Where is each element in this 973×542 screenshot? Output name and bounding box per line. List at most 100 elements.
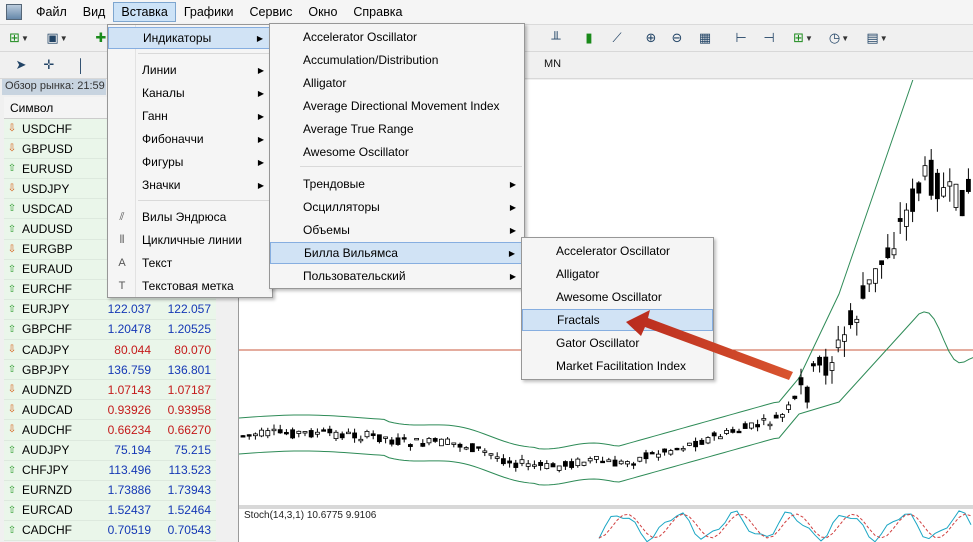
arrow-up-icon: ⇧: [7, 484, 17, 496]
table-row[interactable]: ⇧ CHFJPY 113.496 113.523: [4, 460, 216, 481]
tile-windows-icon[interactable]: ▦: [694, 27, 716, 49]
insert-menu-item[interactable]: Каналы ▶: [108, 82, 272, 104]
candle-body: [432, 438, 438, 442]
insert-menu-item[interactable]: Индикаторы ▶: [108, 27, 272, 49]
symbol-name: AUDUSD: [22, 222, 73, 237]
symbol-name: CADJPY: [22, 342, 70, 357]
candle-body: [668, 450, 674, 455]
menu-help[interactable]: Справка: [345, 2, 410, 22]
indicator-menu-item[interactable]: Билла Вильямса ▶: [270, 242, 524, 264]
table-row[interactable]: ⇧ EURJPY 122.037 122.057: [4, 299, 216, 320]
symbol-cell: ⇧ EURNZD: [4, 483, 94, 497]
insert-menu-item[interactable]: Линии ▶: [108, 59, 272, 81]
arrow-up-icon: ⇧: [7, 223, 17, 235]
zoom-out-icon[interactable]: ⊖: [666, 27, 688, 49]
symbol-name: GBPUSD: [22, 141, 73, 156]
table-row[interactable]: ⇩ AUDNZD 1.07143 1.07187: [4, 380, 216, 401]
indicator-menu-item[interactable]: Awesome Oscillator: [270, 141, 524, 163]
insert-menu-item[interactable]: ⦀ Цикличные линии: [108, 229, 272, 251]
menu-item-label: Alligator: [303, 76, 347, 90]
williams-menu-item[interactable]: Awesome Oscillator: [522, 286, 713, 308]
chart-shift-icon[interactable]: ⊣: [758, 27, 780, 49]
menu-service[interactable]: Сервис: [242, 2, 301, 22]
candle-body: [500, 458, 506, 465]
symbol-name: GBPJPY: [22, 362, 70, 377]
symbol-name: EURUSD: [22, 161, 73, 176]
candle-body: [959, 189, 965, 217]
menu-item-label: Пользовательский: [303, 269, 406, 283]
bid-cell: 75.194: [114, 443, 151, 458]
table-row[interactable]: ⇧ EURCAD 1.52437 1.52464: [4, 500, 216, 521]
table-row[interactable]: ⇧ EURNZD 1.73886 1.73943: [4, 480, 216, 501]
williams-menu-item[interactable]: Market Facilitation Index: [522, 355, 713, 377]
indicator-menu-item[interactable]: Average Directional Movement Index: [270, 95, 524, 117]
line-chart-button[interactable]: ⟋: [606, 27, 628, 49]
symbol-cell: ⇧ AUDUSD: [4, 222, 94, 236]
indicator-menu-item[interactable]: Alligator: [270, 72, 524, 94]
column-symbol[interactable]: Символ: [4, 101, 53, 115]
auto-scroll-icon[interactable]: ⊢: [730, 27, 752, 49]
bid-cell: 80.044: [114, 342, 151, 357]
candle-chart-button[interactable]: ▮: [578, 27, 600, 49]
menu-file[interactable]: Файл: [28, 2, 75, 22]
arrow-down-icon: ⇩: [7, 183, 17, 195]
indicator-menu-item[interactable]: Пользовательский ▶: [270, 265, 524, 287]
menu-item-label: Значки: [142, 178, 181, 192]
menu-window[interactable]: Окно: [300, 2, 345, 22]
ask-cell: 75.215: [174, 443, 211, 458]
crosshair-icon[interactable]: ✛: [38, 54, 60, 76]
indicator-menu-item[interactable]: Average True Range: [270, 118, 524, 140]
insert-menu-item[interactable]: Фибоначчи ▶: [108, 128, 272, 150]
indicator-menu-item[interactable]: Accelerator Oscillator: [270, 26, 524, 48]
table-row[interactable]: ⇧ CADCHF 0.70519 0.70543: [4, 520, 216, 541]
ask-cell: 0.70543: [167, 523, 211, 538]
indicator-menu-item[interactable]: Объемы ▶: [270, 219, 524, 241]
table-row[interactable]: ⇧ AUDJPY 75.194 75.215: [4, 440, 216, 461]
timeframe-mn-button[interactable]: MN: [540, 55, 565, 75]
insert-menu-item[interactable]: T Текстовая метка: [108, 275, 272, 297]
williams-menu-item[interactable]: Accelerator Oscillator: [522, 240, 713, 262]
candle-body: [265, 430, 271, 437]
templates-button[interactable]: ▤ ▼: [866, 27, 888, 49]
williams-menu-item[interactable]: Fractals: [522, 309, 713, 331]
williams-menu-item[interactable]: Gator Oscillator: [522, 332, 713, 354]
zoom-in-icon[interactable]: ⊕: [640, 27, 662, 49]
insert-menu-item[interactable]: Фигуры ▶: [108, 151, 272, 173]
table-row[interactable]: ⇩ AUDCHF 0.66234 0.66270: [4, 420, 216, 441]
profiles-button[interactable]: ▣ ▼: [46, 27, 68, 49]
indicator-menu-item[interactable]: Трендовые ▶: [270, 173, 524, 195]
insert-menu-item[interactable]: Ганн ▶: [108, 105, 272, 127]
ask-cell: 80.070: [174, 342, 211, 357]
menu-insert[interactable]: Вставка: [113, 2, 176, 22]
williams-menu-item[interactable]: Alligator: [522, 263, 713, 285]
table-row[interactable]: ⇧ GBPCHF 1.20478 1.20525: [4, 319, 216, 341]
indicators-button[interactable]: ⊞ ▼: [792, 27, 814, 49]
menu-view[interactable]: Вид: [75, 2, 114, 22]
candle-body: [271, 428, 277, 432]
candle-body: [600, 460, 606, 464]
candle-body: [290, 429, 295, 439]
candle-body: [655, 453, 661, 458]
table-row[interactable]: ⇧ GBPJPY 136.759 136.801: [4, 360, 216, 381]
insert-menu-item[interactable]: A Текст: [108, 252, 272, 274]
table-row[interactable]: ⇩ AUDCAD 0.93926 0.93958: [4, 400, 216, 421]
chevron-down-icon: ▼: [879, 33, 888, 43]
indicator-menu-item[interactable]: Accumulation/Distribution: [270, 49, 524, 71]
insert-menu-item[interactable]: ⫽ Вилы Эндрюса: [108, 206, 272, 228]
new-chart-button[interactable]: ⊞ ▼: [8, 27, 30, 49]
insert-menu-item[interactable]: Значки ▶: [108, 174, 272, 196]
table-row[interactable]: ⇩ CADJPY 80.044 80.070: [4, 340, 216, 361]
periods-button[interactable]: ◷ ▼: [828, 27, 850, 49]
menu-charts[interactable]: Графики: [176, 2, 242, 22]
candle-body: [494, 456, 500, 459]
candle-body: [333, 431, 339, 439]
indicator-menu-item[interactable]: Осцилляторы ▶: [270, 196, 524, 218]
cursor-icon[interactable]: ➤: [10, 54, 32, 76]
symbol-cell: ⇧ GBPCHF: [4, 322, 94, 336]
symbol-cell: ⇧ EURCAD: [4, 503, 94, 517]
vertical-line-icon[interactable]: │: [70, 54, 92, 76]
candle-body: [395, 437, 401, 445]
bar-chart-button[interactable]: ╨: [545, 27, 567, 49]
candle-body: [811, 363, 816, 367]
symbol-cell: ⇩ USDCHF: [4, 122, 94, 136]
